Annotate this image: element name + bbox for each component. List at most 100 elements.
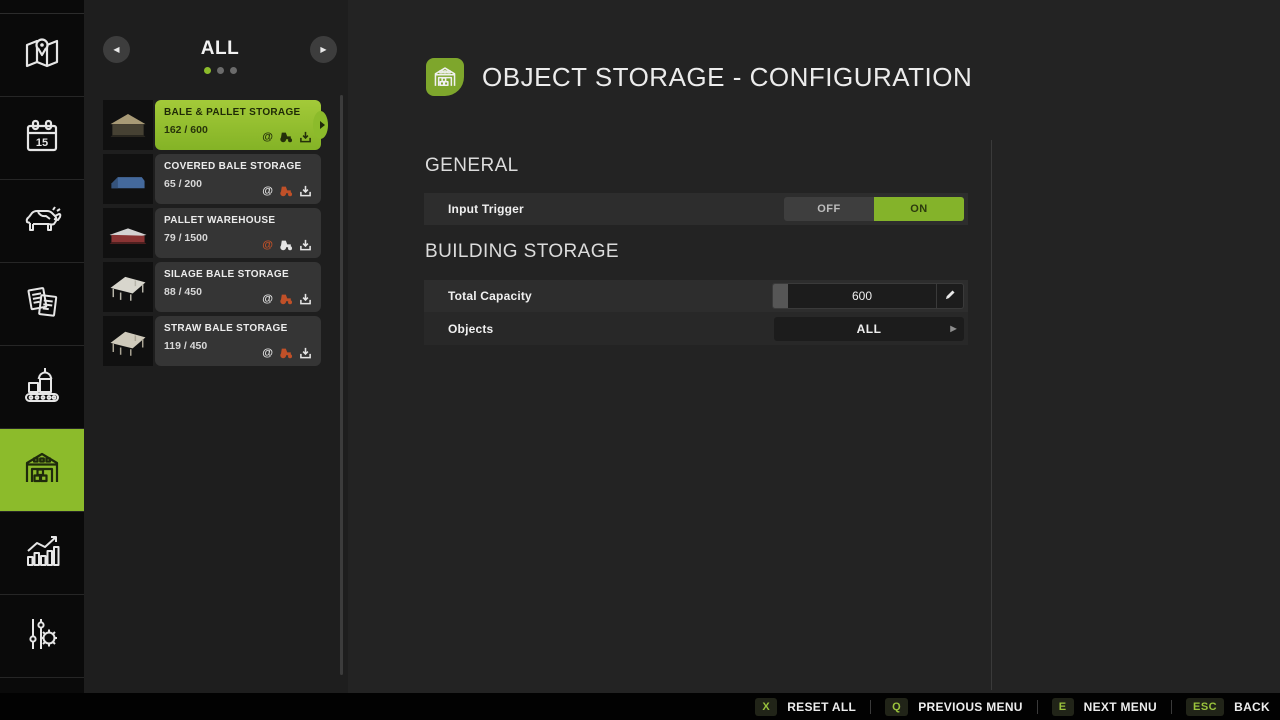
list-item-bale-pallet-storage[interactable]: BALE & PALLET STORAGE 162 / 600 @ [103,100,321,150]
building-name: BALE & PALLET STORAGE [164,107,311,118]
building-list: BALE & PALLET STORAGE 162 / 600 @ [103,100,321,370]
download-icon [299,347,312,359]
list-item-covered-bale-storage[interactable]: COVERED BALE STORAGE 65 / 200 @ [103,154,321,204]
edit-value-button[interactable] [936,284,963,308]
download-icon [299,293,312,305]
settings-icon [20,612,64,661]
building-thumbnail [103,316,153,366]
building-meta-icons: @ [262,131,312,143]
list-scrollbar[interactable] [340,95,343,675]
hint-previous-menu[interactable]: Q PREVIOUS MENU [885,698,1023,716]
hint-back[interactable]: ESC BACK [1186,698,1270,716]
configuration-panel: OBJECT STORAGE - CONFIGURATION GENERAL I… [348,0,1280,693]
at-trigger-icon: @ [262,240,273,251]
storage-icon [20,446,64,495]
footer-divider [870,700,871,714]
total-capacity-value[interactable]: 600 [788,284,936,308]
hint-label: PREVIOUS MENU [918,700,1023,714]
building-card: PALLET WAREHOUSE 79 / 1500 @ [155,208,321,258]
menu-sidebar: 15 [0,0,84,720]
object-storage-icon [426,58,464,96]
tractor-icon [279,185,293,197]
building-card: STRAW BALE STORAGE 119 / 450 @ [155,316,321,366]
toggle-off-option[interactable]: OFF [784,197,874,221]
building-meta-icons: @ [262,347,312,359]
page-dot [230,67,237,74]
toggle-on-option[interactable]: ON [874,197,964,221]
svg-text:15: 15 [36,137,48,149]
download-icon [299,239,312,251]
calendar-icon: 15 [20,114,64,163]
input-trigger-toggle[interactable]: OFF ON [784,197,964,221]
tractor-icon [279,293,293,305]
building-meta-icons: @ [262,293,312,305]
content-divider [991,140,992,690]
footer-divider [1171,700,1172,714]
sidebar-item-production[interactable] [0,346,84,429]
building-meta-icons: @ [262,185,312,197]
page-header: OBJECT STORAGE - CONFIGURATION [426,58,972,96]
page-dot [204,67,211,74]
slider-grip[interactable] [773,284,788,308]
building-card: COVERED BALE STORAGE 65 / 200 @ [155,154,321,204]
animals-icon [20,197,64,246]
pencil-icon [945,287,956,305]
key-esc: ESC [1186,698,1224,716]
category-header: ALL [201,38,239,74]
section-heading-building-storage: BUILDING STORAGE [425,241,619,263]
sidebar-item-storage[interactable] [0,429,84,512]
list-item-straw-bale-storage[interactable]: STRAW BALE STORAGE 119 / 450 @ [103,316,321,366]
page-title: OBJECT STORAGE - CONFIGURATION [482,62,972,93]
at-trigger-icon: @ [262,294,273,305]
at-trigger-icon: @ [262,348,273,359]
building-thumbnail [103,154,153,204]
selected-arrow-icon [320,121,325,129]
building-list-panel: ◀ ALL ▶ [84,0,348,693]
building-name: STRAW BALE STORAGE [164,323,311,334]
hint-next-menu[interactable]: E NEXT MENU [1052,698,1157,716]
section-heading-general: GENERAL [425,155,519,177]
list-item-pallet-warehouse[interactable]: PALLET WAREHOUSE 79 / 1500 @ [103,208,321,258]
setting-row-total-capacity: Total Capacity 600 [424,280,968,312]
map-icon [20,31,64,80]
sidebar-item-contracts[interactable] [0,263,84,346]
download-icon [299,185,312,197]
category-browser: ◀ ALL ▶ [103,36,337,74]
sidebar-item-animals[interactable] [0,180,84,263]
next-category-button[interactable]: ▶ [310,36,337,63]
page-dot [217,67,224,74]
tractor-icon [279,347,293,359]
tractor-icon [279,131,293,143]
list-item-silage-bale-storage[interactable]: SILAGE BALE STORAGE 88 / 450 @ [103,262,321,312]
at-trigger-icon: @ [262,186,273,197]
building-card: BALE & PALLET STORAGE 162 / 600 @ [155,100,321,150]
game-menu-screen: 15 [0,0,1280,720]
at-trigger-icon: @ [262,132,273,143]
arrow-left-icon: ◀ [113,45,119,54]
page-dots [204,67,237,74]
sidebar-item-calendar[interactable]: 15 [0,97,84,180]
footer-divider [1037,700,1038,714]
arrow-right-icon: ▶ [950,324,957,333]
sidebar-item-settings[interactable] [0,595,84,678]
previous-category-button[interactable]: ◀ [103,36,130,63]
setting-label: Objects [448,322,493,336]
sidebar-spacer [0,0,84,14]
hint-label: BACK [1234,700,1270,714]
sidebar-item-map[interactable] [0,14,84,97]
tractor-icon [279,239,293,251]
sidebar-item-statistics[interactable] [0,512,84,595]
setting-label: Total Capacity [448,289,532,303]
key-e: E [1052,698,1074,716]
total-capacity-input[interactable]: 600 [772,283,964,309]
key-q: Q [885,698,908,716]
hint-label: RESET ALL [787,700,856,714]
hint-reset-all[interactable]: X RESET ALL [755,698,856,716]
key-x: X [755,698,777,716]
building-meta-icons: @ [262,239,312,251]
objects-select[interactable]: ALL ▶ [774,317,964,341]
production-icon [20,363,64,412]
building-thumbnail [103,262,153,312]
building-name: SILAGE BALE STORAGE [164,269,311,280]
download-icon [299,131,312,143]
